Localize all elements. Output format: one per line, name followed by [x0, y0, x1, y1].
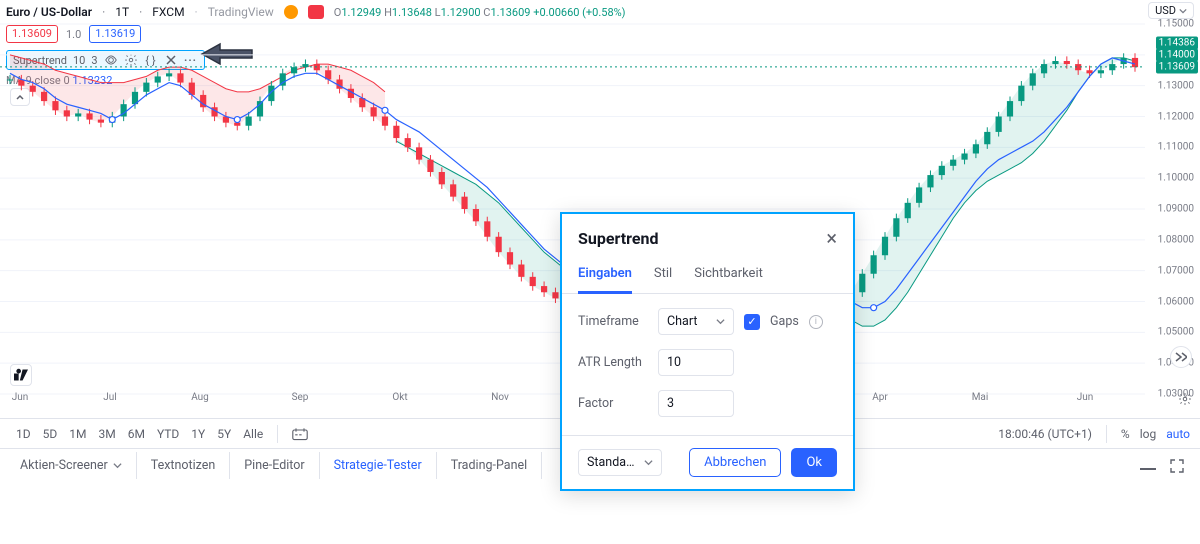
- dialog-tab-sichtbarkeit[interactable]: Sichtbarkeit: [694, 260, 763, 293]
- x-tick: Jul: [103, 392, 116, 403]
- platform-label: TradingView: [208, 5, 274, 19]
- x-tick: Mai: [972, 392, 989, 403]
- field-label-timeframe: Timeframe: [578, 314, 648, 329]
- clock-time[interactable]: 18:00:46 (UTC+1): [998, 427, 1092, 441]
- dialog-title: Supertrend: [578, 229, 658, 248]
- field-label-gaps: Gaps: [770, 314, 799, 329]
- price-label: 1.13609: [1156, 60, 1198, 73]
- percent-toggle[interactable]: %: [1121, 427, 1130, 441]
- y-tick: 1.09000: [1158, 204, 1194, 215]
- provider-label: FXCM: [152, 5, 184, 19]
- dialog-tab-eingaben[interactable]: Eingaben: [578, 260, 632, 294]
- interval-5y[interactable]: 5Y: [211, 424, 237, 444]
- chevron-down-icon: [716, 317, 725, 326]
- chevron-down-icon: [1179, 7, 1187, 15]
- x-tick: Sep: [292, 392, 309, 403]
- chevron-down-icon: [113, 461, 122, 470]
- goto-date-button[interactable]: [286, 424, 314, 444]
- bottom-tab-aktien-screener[interactable]: Aktien-Screener: [6, 452, 137, 479]
- info-icon[interactable]: i: [809, 315, 823, 329]
- defaults-select[interactable]: Standa…: [578, 449, 662, 476]
- axis-settings-icon[interactable]: [1178, 392, 1192, 406]
- tradingview-logo[interactable]: [10, 364, 32, 386]
- log-toggle[interactable]: log: [1140, 427, 1157, 441]
- minimize-icon[interactable]: [1140, 461, 1156, 471]
- field-label-factor: Factor: [578, 396, 648, 411]
- interval-1y[interactable]: 1Y: [185, 424, 211, 444]
- y-tick: 1.05000: [1158, 327, 1194, 338]
- symbol-name[interactable]: Euro / US-Dollar: [6, 5, 92, 19]
- realtime-icon: [308, 5, 324, 19]
- indicator-settings-dialog: Supertrend × Eingaben Stil Sichtbarkeit Ti…: [560, 212, 855, 491]
- y-tick: 1.06000: [1158, 296, 1194, 307]
- scroll-to-recent-button[interactable]: [1170, 346, 1192, 368]
- interval-1d[interactable]: 1D: [10, 424, 37, 444]
- interval-3m[interactable]: 3M: [92, 424, 121, 444]
- x-tick: Nov: [491, 392, 509, 403]
- y-tick: 1.10000: [1158, 173, 1194, 184]
- y-tick: 1.12000: [1158, 111, 1194, 122]
- warning-icon: [284, 5, 298, 19]
- bottom-tab-pine-editor[interactable]: Pine-Editor: [230, 452, 319, 479]
- bottom-tab-trading-panel[interactable]: Trading-Panel: [437, 452, 542, 479]
- bottom-tab-strategie-tester[interactable]: Strategie-Tester: [320, 452, 437, 479]
- x-tick: Jun: [12, 392, 29, 403]
- y-tick: 1.07000: [1158, 265, 1194, 276]
- interval-ytd[interactable]: YTD: [151, 424, 185, 444]
- interval-5d[interactable]: 5D: [37, 424, 64, 444]
- interval-1m[interactable]: 1M: [63, 424, 92, 444]
- y-tick: 1.11000: [1158, 142, 1194, 153]
- interval-alle[interactable]: Alle: [237, 424, 269, 444]
- timeframe-select[interactable]: Chart: [658, 308, 734, 335]
- y-tick: 1.13000: [1158, 80, 1194, 91]
- x-tick: Okt: [392, 392, 407, 403]
- fullscreen-icon[interactable]: [1170, 459, 1184, 473]
- x-tick: Aug: [191, 392, 209, 403]
- gaps-checkbox[interactable]: ✓: [744, 314, 760, 330]
- field-label-atr: ATR Length: [578, 355, 648, 370]
- ok-button[interactable]: Ok: [791, 448, 837, 477]
- auto-toggle[interactable]: auto: [1166, 427, 1190, 441]
- price-label: 1.14000: [1156, 48, 1198, 61]
- cancel-button[interactable]: Abbrechen: [689, 448, 781, 477]
- ohlc-values: O1.12949 H1.13648 L1.12900 C1.13609 +0.0…: [334, 6, 626, 19]
- dialog-close-button[interactable]: ×: [826, 228, 837, 248]
- dialog-tab-stil[interactable]: Stil: [654, 260, 672, 293]
- interval-label[interactable]: 1T: [115, 5, 129, 19]
- factor-input[interactable]: 3: [658, 390, 734, 417]
- x-tick: Apr: [872, 392, 888, 403]
- interval-6m[interactable]: 6M: [122, 424, 151, 444]
- y-tick: 1.08000: [1158, 234, 1194, 245]
- x-tick: Jun: [1077, 392, 1094, 403]
- atr-length-input[interactable]: 10: [658, 349, 734, 376]
- currency-selector[interactable]: USD: [1148, 2, 1194, 19]
- y-tick: 1.15000: [1158, 19, 1194, 30]
- bottom-tab-textnotizen[interactable]: Textnotizen: [137, 452, 231, 479]
- chevron-down-icon: [644, 458, 653, 467]
